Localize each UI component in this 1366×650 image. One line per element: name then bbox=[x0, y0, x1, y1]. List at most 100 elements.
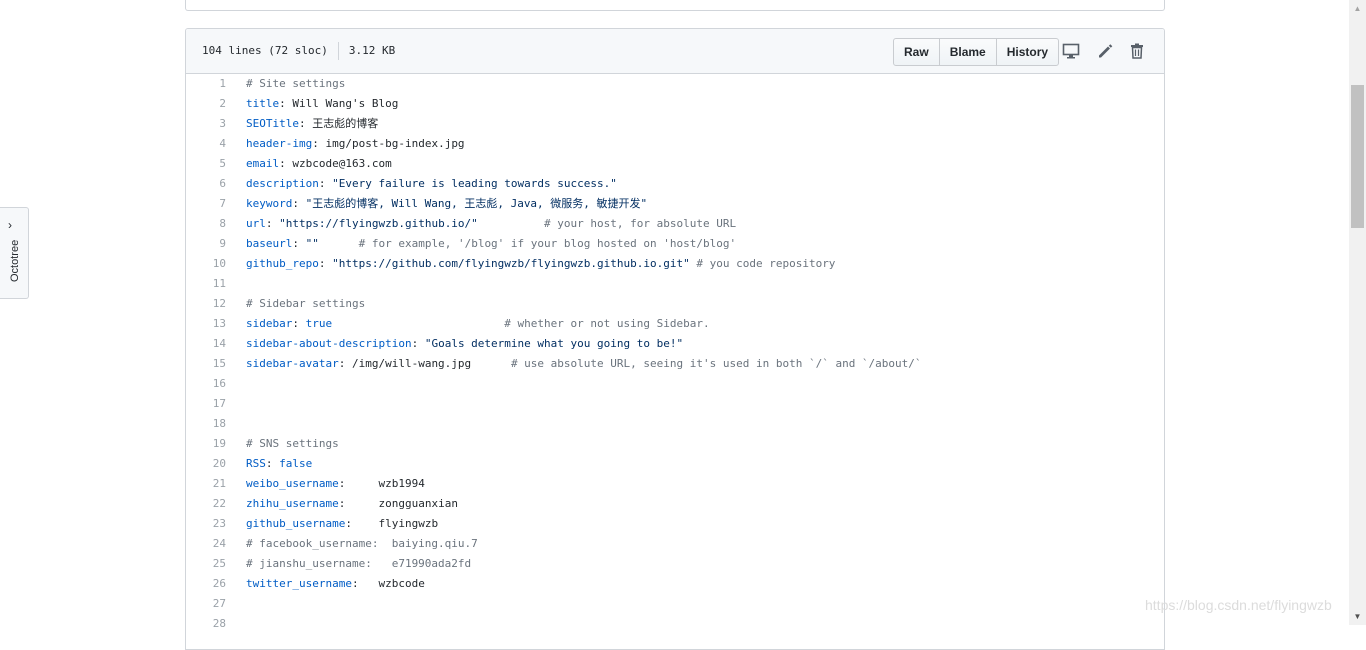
code-token: : bbox=[312, 137, 326, 150]
code-token: sidebar-about-description bbox=[246, 337, 412, 350]
code-line: 27 bbox=[186, 594, 1164, 614]
code-token: "https://flyingwzb.github.io/" bbox=[279, 217, 478, 230]
line-number[interactable]: 14 bbox=[186, 334, 226, 354]
previous-box bbox=[185, 0, 1165, 11]
line-number[interactable]: 20 bbox=[186, 454, 226, 474]
line-number[interactable]: 16 bbox=[186, 374, 226, 394]
code-token: false bbox=[279, 457, 313, 470]
line-number[interactable]: 2 bbox=[186, 94, 226, 114]
code-token: : bbox=[279, 157, 293, 170]
line-number[interactable]: 17 bbox=[186, 394, 226, 414]
history-button[interactable]: History bbox=[995, 39, 1058, 65]
code-line: 17 bbox=[186, 394, 1164, 414]
code-token: # for example, '/blog' if your blog host… bbox=[358, 237, 737, 250]
line-content: weibo_username: wzb1994 bbox=[246, 474, 425, 494]
line-content: SEOTitle: 王志彪的博客 bbox=[246, 114, 378, 134]
code-token: sidebar bbox=[246, 317, 293, 330]
code-token: wzbcode@163.com bbox=[292, 157, 392, 170]
line-number[interactable]: 1 bbox=[186, 74, 226, 94]
code-line: 15 sidebar-avatar: /img/will-wang.jpg # u… bbox=[186, 354, 1164, 374]
line-content: email: wzbcode@163.com bbox=[246, 154, 392, 174]
code-line: 21 weibo_username: wzb1994 bbox=[186, 474, 1164, 494]
code-token: weibo_username bbox=[246, 477, 339, 490]
code-token: # Site settings bbox=[246, 77, 346, 90]
code-line: 22 zhihu_username: zongguanxian bbox=[186, 494, 1164, 514]
code-token: url bbox=[246, 217, 266, 230]
line-number[interactable]: 27 bbox=[186, 594, 226, 614]
line-number[interactable]: 25 bbox=[186, 554, 226, 574]
raw-button[interactable]: Raw bbox=[894, 39, 939, 65]
code-token: wzbcode bbox=[378, 577, 425, 590]
page-scrollbar[interactable]: ▲ ▼ bbox=[1349, 0, 1366, 625]
scroll-down-icon[interactable]: ▼ bbox=[1349, 608, 1366, 625]
code-token: # Sidebar settings bbox=[246, 297, 366, 310]
code-token: /img/will-wang.jpg bbox=[351, 357, 472, 370]
code-line: 16 bbox=[186, 374, 1164, 394]
line-content: header-img: img/post-bg-index.jpg bbox=[246, 134, 465, 154]
octotree-toggle[interactable]: › Octotree bbox=[0, 207, 29, 299]
line-number[interactable]: 18 bbox=[186, 414, 226, 434]
desktop-icon[interactable] bbox=[1062, 42, 1080, 60]
line-number[interactable]: 15 bbox=[186, 354, 226, 374]
line-number[interactable]: 28 bbox=[186, 614, 226, 634]
line-number[interactable]: 24 bbox=[186, 534, 226, 554]
code-token: # you code repository bbox=[696, 257, 836, 270]
line-content: # Sidebar settings bbox=[246, 294, 365, 314]
code-token: : bbox=[292, 317, 306, 330]
code-line: 28 bbox=[186, 614, 1164, 634]
code-token: : bbox=[265, 217, 280, 230]
code-token: : bbox=[338, 477, 379, 490]
line-number[interactable]: 21 bbox=[186, 474, 226, 494]
scroll-up-icon[interactable]: ▲ bbox=[1349, 0, 1366, 17]
line-number[interactable]: 26 bbox=[186, 574, 226, 594]
octotree-label: Octotree bbox=[9, 239, 21, 282]
blame-button[interactable]: Blame bbox=[938, 39, 996, 65]
line-number[interactable]: 11 bbox=[186, 274, 226, 294]
watermark: https://blog.csdn.net/flyingwzb bbox=[1145, 597, 1332, 613]
line-content: # facebook_username: baiying.qiu.7 bbox=[246, 534, 478, 554]
scroll-thumb[interactable] bbox=[1351, 85, 1364, 228]
code-token: twitter_username bbox=[246, 577, 352, 590]
line-number[interactable]: 23 bbox=[186, 514, 226, 534]
code-token: keyword bbox=[246, 197, 293, 210]
line-content: sidebar-about-description: "Goals determ… bbox=[246, 334, 683, 354]
code-token: : bbox=[298, 117, 313, 130]
line-number[interactable]: 3 bbox=[186, 114, 226, 134]
code-line: 26 twitter_username: wzbcode bbox=[186, 574, 1164, 594]
line-number[interactable]: 7 bbox=[186, 194, 226, 214]
line-content: twitter_username: wzbcode bbox=[246, 574, 425, 594]
line-number[interactable]: 10 bbox=[186, 254, 226, 274]
code-line: 11 bbox=[186, 274, 1164, 294]
line-number[interactable]: 22 bbox=[186, 494, 226, 514]
code-token: zongguanxian bbox=[378, 497, 458, 510]
file-info: 104 lines (72 sloc) 3.12 KB bbox=[202, 29, 395, 73]
code-token: : bbox=[318, 177, 333, 190]
line-number[interactable]: 12 bbox=[186, 294, 226, 314]
code-line: 7 keyword: "王志彪的博客, Will Wang, 王志彪, Java,… bbox=[186, 194, 1164, 214]
code-line: 6 description: "Every failure is leading … bbox=[186, 174, 1164, 194]
line-number[interactable]: 4 bbox=[186, 134, 226, 154]
code-line: 19 # SNS settings bbox=[186, 434, 1164, 454]
code-token: # SNS settings bbox=[246, 437, 339, 450]
line-content: # jianshu_username: e71990ada2fd bbox=[246, 554, 471, 574]
code-token: github_username bbox=[246, 517, 346, 530]
line-number[interactable]: 6 bbox=[186, 174, 226, 194]
line-content: keyword: "王志彪的博客, Will Wang, 王志彪, Java, … bbox=[246, 194, 647, 214]
pencil-icon[interactable] bbox=[1096, 42, 1114, 60]
code-token: "Goals determine what you going to be!" bbox=[424, 337, 684, 350]
line-number[interactable]: 19 bbox=[186, 434, 226, 454]
code-token: "王志彪的博客, Will Wang, 王志彪, Java, 微服务, 敏捷开发… bbox=[305, 197, 648, 210]
line-content: sidebar: true # whether or not using Sid… bbox=[246, 314, 710, 334]
code-view: 1 # Site settings 2 title: Will Wang's Blog… bbox=[186, 74, 1164, 634]
line-number[interactable]: 5 bbox=[186, 154, 226, 174]
file-size: 3.12 KB bbox=[348, 44, 396, 57]
trash-icon[interactable] bbox=[1128, 42, 1146, 60]
line-number[interactable]: 13 bbox=[186, 314, 226, 334]
code-line: 12 # Sidebar settings bbox=[186, 294, 1164, 314]
line-number[interactable]: 9 bbox=[186, 234, 226, 254]
line-number[interactable]: 8 bbox=[186, 214, 226, 234]
line-content: sidebar-avatar: /img/will-wang.jpg # use… bbox=[246, 354, 922, 374]
code-token: email bbox=[246, 157, 280, 170]
